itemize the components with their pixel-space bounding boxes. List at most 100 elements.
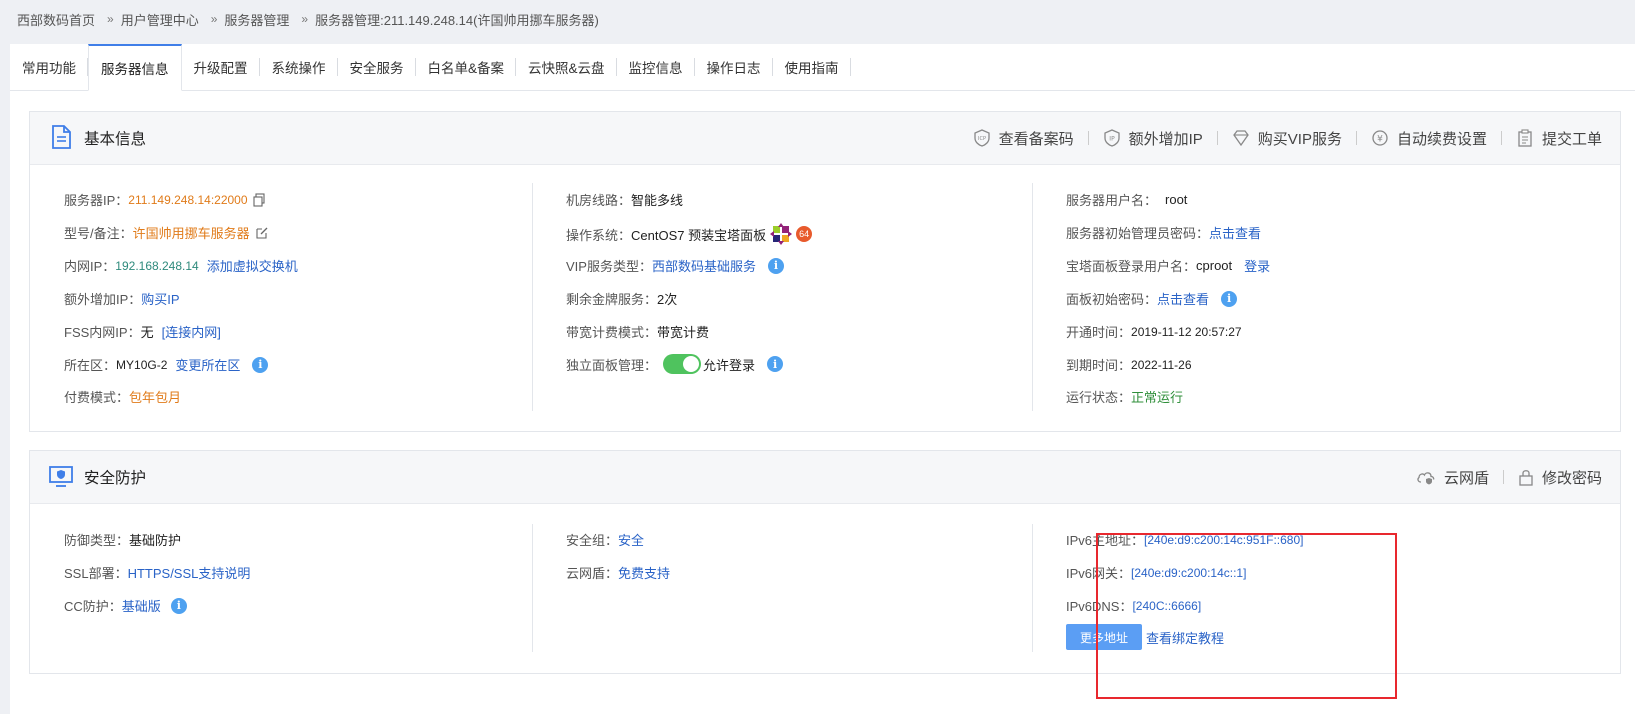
tab-system-ops[interactable]: 系统操作 <box>260 44 338 90</box>
ipv6-gateway-value: [240e:d9:c200:14c::1] <box>1131 565 1247 580</box>
gold-label: 剩余金牌服务： <box>566 292 658 307</box>
breadcrumb-user-center[interactable]: 用户管理中心 <box>121 10 199 29</box>
panel-login-toggle[interactable] <box>663 354 702 374</box>
ssl-row: SSL部署： HTTPS/SSL支持说明 <box>64 563 250 582</box>
cloud-shield-label: 云网盾 <box>1443 469 1489 487</box>
copy-icon[interactable] <box>252 192 266 207</box>
tab-upgrade[interactable]: 升级配置 <box>182 44 260 90</box>
ipv6-gateway-row: IPv6网关： [240e:d9:c200:14c::1] <box>1066 563 1246 582</box>
cc-row: CC防护： 基础版 i <box>64 596 187 615</box>
fss-value: 无 <box>140 325 154 340</box>
security-header: 安全防护 云网盾 修改密码 <box>30 451 1620 504</box>
panel-mgmt-label: 独立面板管理： <box>566 357 658 373</box>
info-icon[interactable]: i <box>252 356 269 373</box>
renew-yen-icon: ¥ <box>1372 130 1388 146</box>
svg-text:¥: ¥ <box>1377 135 1383 145</box>
security-group-label: 安全组： <box>566 533 619 548</box>
tab-logs[interactable]: 操作日志 <box>695 44 773 90</box>
info-icon[interactable]: i <box>767 257 784 274</box>
defense-label: 防御类型： <box>64 533 130 548</box>
security-title: 安全防护 <box>84 470 147 487</box>
edit-icon[interactable] <box>255 226 269 240</box>
tab-security[interactable]: 安全服务 <box>338 44 416 90</box>
view-init-pwd-link[interactable]: 点击查看 <box>1209 223 1261 242</box>
ipv6-dns-value: [240C::6666] <box>1132 598 1202 613</box>
status-value: 正常运行 <box>1131 390 1184 405</box>
gold-value: 2次 <box>657 292 678 307</box>
panel-mgmt-value: 允许登录 <box>703 357 756 373</box>
change-password-button[interactable]: 修改密码 <box>1518 467 1602 488</box>
buy-vip-label: 购买VIP服务 <box>1257 130 1342 148</box>
change-region-link[interactable]: 变更所在区 <box>175 355 240 374</box>
bandwidth-label: 带宽计费模式： <box>566 325 658 340</box>
info-icon[interactable]: i <box>1221 290 1238 307</box>
bt-login-link[interactable]: 登录 <box>1244 256 1270 275</box>
cc-basic-link[interactable]: 基础版 <box>122 596 161 615</box>
cloud-shield-button[interactable]: 云网盾 <box>1416 467 1489 488</box>
breadcrumb-server-mgmt[interactable]: 服务器管理 <box>224 10 289 29</box>
tab-server-info[interactable]: 服务器信息 <box>88 44 182 91</box>
ipv6-dns-row: IPv6DNS： [240C::6666] <box>1066 596 1201 615</box>
breadcrumb-home[interactable]: 西部数码首页 <box>17 10 95 29</box>
cloud-shield-row-label: 云网盾： <box>566 566 619 581</box>
buy-vip-button[interactable]: 购买VIP服务 <box>1232 128 1342 149</box>
ssl-help-link[interactable]: HTTPS/SSL支持说明 <box>128 563 251 582</box>
vip-service-link[interactable]: 西部数码基础服务 <box>652 256 756 275</box>
breadcrumb-separator: » <box>107 12 114 26</box>
basic-info-actions: ICP 查看备案码 IP 额外增加IP 购买VIP服务 ¥ 自动续费设置 提交工… <box>973 112 1602 164</box>
change-password-label: 修改密码 <box>1541 469 1602 487</box>
auto-renew-button[interactable]: ¥ 自动续费设置 <box>1371 128 1487 149</box>
tab-whitelist[interactable]: 白名单&备案 <box>416 44 517 90</box>
tab-guide[interactable]: 使用指南 <box>773 44 851 90</box>
svg-text:IP: IP <box>1109 136 1115 143</box>
basic-info-section: 基本信息 ICP 查看备案码 IP 额外增加IP 购买VIP服务 ¥ 自动续费设… <box>29 111 1621 432</box>
username-row: 服务器用户名： root <box>1066 190 1187 209</box>
fss-row: FSS内网IP： 无 [连接内网] <box>64 322 221 341</box>
add-ip-button[interactable]: IP 额外增加IP <box>1103 128 1203 149</box>
info-icon[interactable]: i <box>767 356 784 372</box>
server-ip-row: 服务器IP： 211.149.248.14:22000 <box>64 190 266 209</box>
expire-label: 到期时间： <box>1066 358 1132 373</box>
action-divider <box>1087 131 1089 145</box>
model-row: 型号/备注： 许国帅用挪车服务器 <box>64 223 269 242</box>
info-icon[interactable]: i <box>170 597 187 614</box>
free-support-link[interactable]: 免费支持 <box>618 563 670 582</box>
server-ip-value: 211.149.248.14:22000 <box>128 192 248 207</box>
column-divider <box>532 183 533 411</box>
security-group-link[interactable]: 安全 <box>618 530 644 549</box>
bt-user-row: 宝塔面板登录用户名： cproot 登录 <box>1066 256 1270 275</box>
lan-ip-value: 192.168.248.14 <box>115 258 199 273</box>
svg-text:ICP: ICP <box>978 136 986 142</box>
security-group-row: 安全组： 安全 <box>566 530 644 549</box>
lan-ip-label: 内网IP： <box>64 259 116 274</box>
security-actions: 云网盾 修改密码 <box>1416 451 1602 503</box>
auto-renew-label: 自动续费设置 <box>1396 130 1487 148</box>
binding-tutorial-link[interactable]: 查看绑定教程 <box>1146 628 1224 647</box>
monitor-shield-icon <box>49 466 73 487</box>
tab-common[interactable]: 常用功能 <box>10 44 88 90</box>
connect-lan-link[interactable]: [连接内网] <box>162 322 221 341</box>
open-time-row: 开通时间： 2019-11-12 20:57:27 <box>1066 322 1242 341</box>
tab-snapshot[interactable]: 云快照&云盘 <box>516 44 617 90</box>
status-row: 运行状态： 正常运行 <box>1066 387 1183 406</box>
more-addresses-button[interactable]: 更多地址 <box>1066 624 1142 650</box>
buy-ip-link[interactable]: 购买IP <box>141 289 179 308</box>
vip-row: VIP服务类型： 西部数码基础服务 i <box>566 256 784 275</box>
panel-pwd-row: 面板初始密码： 点击查看 i <box>1066 289 1238 308</box>
submit-ticket-button[interactable]: 提交工单 <box>1516 128 1602 149</box>
init-pwd-label: 服务器初始管理员密码： <box>1066 226 1210 241</box>
bt-user-label: 宝塔面板登录用户名： <box>1066 259 1197 274</box>
add-ip-label: 额外增加IP <box>1128 130 1203 148</box>
add-vswitch-link[interactable]: 添加虚拟交换机 <box>207 256 298 275</box>
extra-ip-label: 额外增加IP： <box>64 292 142 307</box>
action-divider <box>1502 470 1504 484</box>
model-value: 许国帅用挪车服务器 <box>132 226 250 241</box>
tab-monitor[interactable]: 监控信息 <box>617 44 695 90</box>
panel-mgmt-row: 独立面板管理： 允许登录 i <box>566 354 784 374</box>
view-panel-pwd-link[interactable]: 点击查看 <box>1157 289 1209 308</box>
view-record-button[interactable]: ICP 查看备案码 <box>973 128 1074 149</box>
ipv6-main-value: [240e:d9:c200:14c:951F::680] <box>1144 532 1304 547</box>
action-divider <box>1216 131 1218 145</box>
open-time-value: 2019-11-12 20:57:27 <box>1131 324 1242 339</box>
lan-ip-row: 内网IP： 192.168.248.14 添加虚拟交换机 <box>64 256 298 275</box>
